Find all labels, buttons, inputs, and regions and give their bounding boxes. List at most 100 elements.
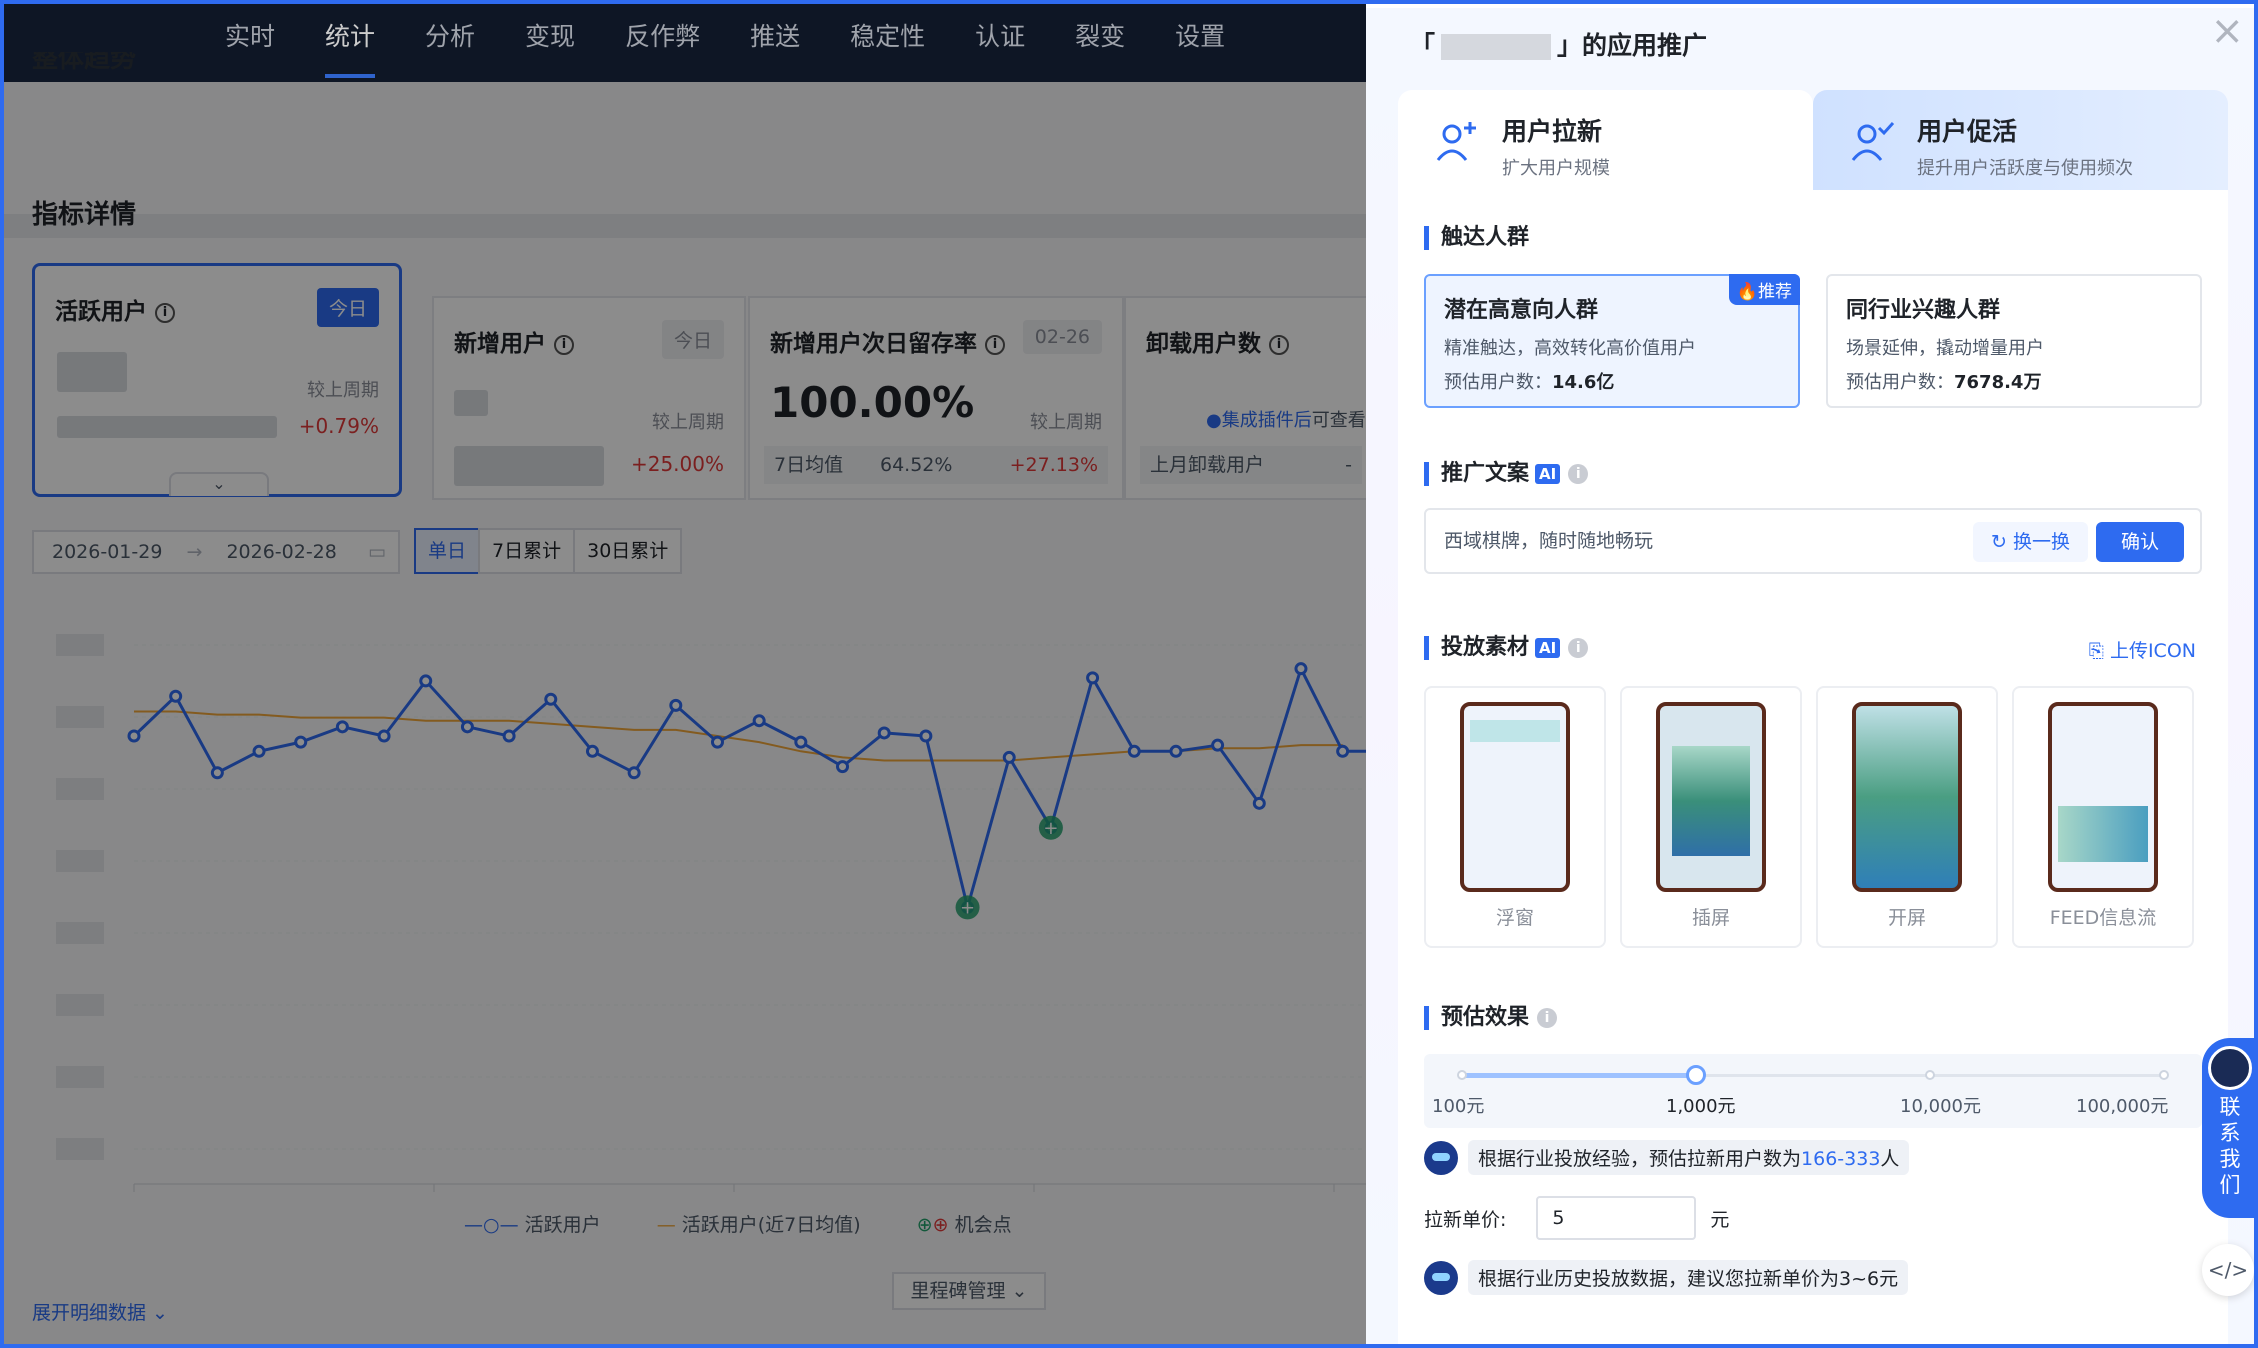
dashboard-area: 整体趋势 指标详情 活跃用户 i 今日 较上周期 +0.79% ⌄ 新增用户 i 今… bbox=[4, 52, 1384, 1344]
material-splash[interactable]: 开屏 bbox=[1816, 686, 1998, 948]
metric-card-uninstall[interactable]: 卸载用户数 i ●集成插件后可查看 上月卸载用户 - bbox=[1124, 296, 1384, 500]
chart-legend: —○— 活跃用户 — 活跃用户(近7日均值) ⊕⊕ 机会点 bbox=[464, 1210, 1012, 1237]
promotion-tabs: 用户拉新 扩大用户规模 用户促活 提升用户活跃度与使用频次 bbox=[1398, 90, 2228, 190]
slider-tick-label: 100,000元 bbox=[2076, 1096, 2169, 1117]
y-tick-placeholder bbox=[56, 706, 104, 728]
card-title: 新增用户次日留存率 bbox=[770, 331, 977, 357]
info-icon[interactable]: i bbox=[554, 334, 574, 355]
data-point bbox=[877, 726, 891, 740]
period-tag[interactable]: 今日 bbox=[661, 320, 724, 359]
confirm-button[interactable]: 确认 bbox=[2096, 522, 2184, 562]
budget-slider[interactable]: 100元 1,000元 10,000元 100,000元 bbox=[1424, 1054, 2202, 1128]
section-title: 指标详情 bbox=[32, 200, 137, 230]
info-icon[interactable]: i bbox=[155, 302, 175, 323]
slider-tick-label: 1,000元 bbox=[1666, 1096, 1736, 1117]
unit-price-input[interactable]: 5 bbox=[1536, 1196, 1697, 1240]
period-tag[interactable]: 今日 bbox=[316, 288, 379, 327]
legend-opportunity[interactable]: ⊕⊕ 机会点 bbox=[917, 1214, 1012, 1236]
data-point bbox=[1002, 750, 1016, 764]
segment-1[interactable]: 7日累计 bbox=[478, 528, 576, 574]
date-tag[interactable]: 02-26 bbox=[1022, 320, 1102, 354]
segment-0[interactable]: 单日 bbox=[414, 528, 481, 574]
user-add-icon bbox=[1436, 122, 1476, 161]
audience-high-intent[interactable]: 🔥推荐 潜在高意向人群 精准触达，高效转化高价值用户 预估用户数：14.6亿 bbox=[1424, 274, 1800, 408]
data-point bbox=[460, 720, 474, 734]
plugin-link[interactable]: 集成插件后 bbox=[1222, 410, 1312, 431]
segment-2[interactable]: 30日累计 bbox=[573, 528, 683, 574]
data-point bbox=[294, 735, 308, 749]
slider-stop[interactable] bbox=[1457, 1070, 1467, 1080]
fire-icon: 🔥 bbox=[1736, 282, 1758, 302]
data-point bbox=[585, 744, 599, 758]
slider-stop[interactable] bbox=[1925, 1070, 1935, 1080]
contact-label: 联系我们 bbox=[2219, 1095, 2241, 1197]
card-title: 新增用户 bbox=[454, 331, 546, 357]
chevron-down-icon: ⌄ bbox=[146, 1302, 168, 1324]
acquisition-panel: 触达人群 🔥推荐 潜在高意向人群 精准触达，高效转化高价值用户 预估用户数：14… bbox=[1398, 190, 2228, 1344]
data-point bbox=[335, 720, 349, 734]
close-icon[interactable]: × bbox=[2210, 8, 2244, 54]
data-point bbox=[419, 674, 433, 688]
robot-avatar-icon bbox=[1424, 1140, 1458, 1175]
expand-chevron-icon[interactable]: ⌄ bbox=[169, 472, 269, 496]
legend-line-orange-icon: — bbox=[656, 1214, 676, 1236]
avg-row: 7日均值 64.52% +27.13% bbox=[764, 446, 1108, 484]
legend-active-avg[interactable]: — 活跃用户(近7日均值) bbox=[657, 1214, 861, 1236]
help-icon[interactable]: i bbox=[1537, 1008, 1558, 1028]
masked-app-name bbox=[1441, 34, 1552, 60]
price-label: 拉新单价: bbox=[1424, 1208, 1507, 1231]
row-value: - bbox=[1345, 454, 1352, 476]
info-icon[interactable]: i bbox=[985, 334, 1005, 355]
material-feed[interactable]: FEED信息流 bbox=[2012, 686, 2194, 948]
metric-card-new-users[interactable]: 新增用户 i 今日 较上周期 +25.00% bbox=[432, 296, 746, 500]
data-point bbox=[836, 760, 850, 774]
metric-card-retention[interactable]: 新增用户次日留存率 i 02-26 100.00% 较上周期 7日均值 64.52… bbox=[748, 296, 1124, 500]
slider-knob[interactable] bbox=[1686, 1065, 1706, 1085]
phone-preview bbox=[1656, 702, 1766, 892]
uninstall-row: 上月卸载用户 - bbox=[1140, 446, 1362, 484]
tab-user-activation[interactable]: 用户促活 提升用户活跃度与使用频次 bbox=[1813, 90, 2228, 190]
upload-file-icon: ⎘ bbox=[2088, 640, 2110, 662]
slider-tick-label: 10,000元 bbox=[1900, 1096, 1981, 1117]
tab-subtitle: 扩大用户规模 bbox=[1502, 158, 1610, 179]
data-point bbox=[1169, 744, 1183, 758]
y-tick-placeholder bbox=[56, 994, 104, 1016]
unit-price-row: 拉新单价: 5 元 bbox=[1424, 1196, 1729, 1240]
data-point bbox=[627, 766, 641, 780]
y-tick-placeholder bbox=[56, 1138, 104, 1160]
info-icon[interactable]: i bbox=[1269, 334, 1289, 355]
calendar-icon: ▭ bbox=[368, 541, 386, 563]
feedback-icon[interactable]: </> bbox=[2202, 1244, 2254, 1296]
data-point bbox=[669, 698, 683, 712]
promotion-drawer: 「」的应用推广 × 用户拉新 扩大用户规模 用户促活 提升用户活跃度与使用频次 … bbox=[1366, 8, 2254, 1344]
help-icon[interactable]: i bbox=[1568, 464, 1589, 484]
price-unit: 元 bbox=[1710, 1208, 1730, 1231]
data-point bbox=[1086, 671, 1100, 685]
swap-button[interactable]: ↻ 换一换 bbox=[1973, 522, 2088, 562]
upload-icon-link[interactable]: ⎘ 上传ICON bbox=[2089, 636, 2196, 663]
expand-detail-link[interactable]: 展开明细数据 ⌄ bbox=[32, 1298, 168, 1325]
audience-name: 同行业兴趣人群 bbox=[1846, 298, 2001, 323]
data-point bbox=[1211, 738, 1225, 752]
material-label: FEED信息流 bbox=[2049, 907, 2157, 929]
milestone-button[interactable]: 里程碑管理 ⌄ bbox=[892, 1272, 1046, 1310]
contact-us-button[interactable]: 联系我们 bbox=[2202, 1038, 2254, 1218]
tab-user-acquisition[interactable]: 用户拉新 扩大用户规模 bbox=[1398, 90, 1813, 190]
copy-input[interactable]: 西域棋牌，随时随地畅玩 ↻ 换一换 确认 bbox=[1424, 508, 2202, 574]
opportunity-plus-icon: + bbox=[960, 897, 975, 918]
legend-active-users[interactable]: —○— 活跃用户 bbox=[464, 1214, 601, 1236]
data-point bbox=[1252, 796, 1266, 810]
audience-industry-interest[interactable]: 同行业兴趣人群 场景延伸，撬动增量用户 预估用户数：7678.4万 bbox=[1826, 274, 2202, 408]
material-interstitial[interactable]: 插屏 bbox=[1620, 686, 1802, 948]
data-point bbox=[794, 735, 808, 749]
estimate-tip: 根据行业投放经验，预估拉新用户数为166-333人 bbox=[1424, 1140, 1910, 1175]
material-floating-window[interactable]: 浮窗 bbox=[1424, 686, 1606, 948]
metric-card-active-users[interactable]: 活跃用户 i 今日 较上周期 +0.79% ⌄ bbox=[32, 263, 402, 497]
slider-stop[interactable] bbox=[2159, 1070, 2169, 1080]
aggregation-segments: 单日 7日累计 30日累计 bbox=[414, 528, 683, 574]
masked-compare bbox=[454, 446, 604, 486]
help-icon[interactable]: i bbox=[1568, 638, 1589, 658]
plus-circle-icon: ⊕ bbox=[916, 1214, 933, 1236]
phone-preview bbox=[1460, 702, 1570, 892]
date-range-picker[interactable]: 2026-01-29 → 2026-02-28 ▭ bbox=[32, 530, 400, 574]
